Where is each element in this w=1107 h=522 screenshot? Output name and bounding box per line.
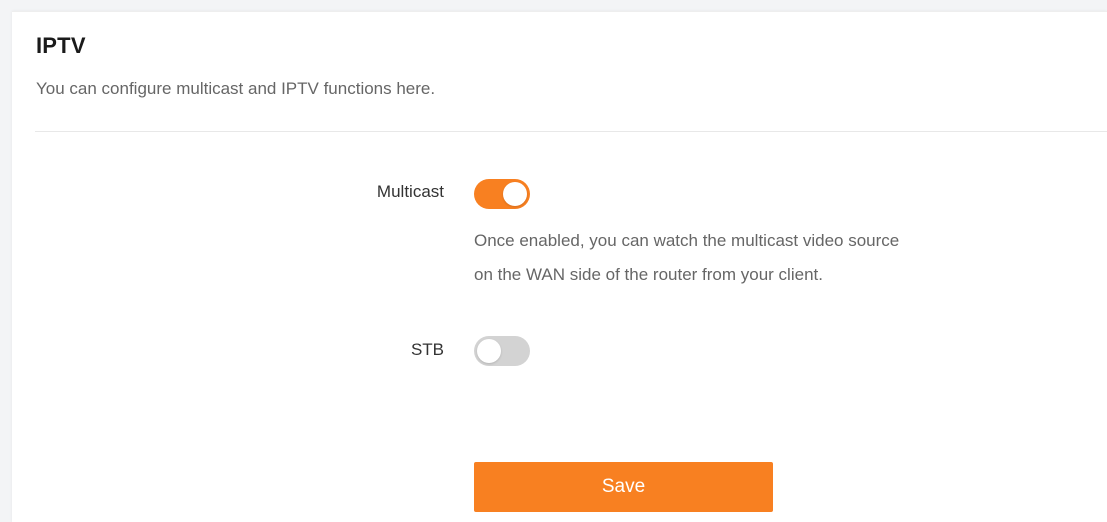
toggle-knob [477,339,501,363]
page-subtitle: You can configure multicast and IPTV fun… [36,79,436,98]
toggle-knob [503,182,527,206]
stb-toggle[interactable] [474,336,530,366]
multicast-label: Multicast [376,182,444,201]
save-button[interactable]: Save [474,462,773,512]
multicast-hint: Once enabled, you can watch the multicas… [474,224,1054,292]
multicast-hint-line-2: on the WAN side of the router from your … [474,265,823,284]
multicast-hint-line-1: Once enabled, you can watch the multicas… [474,231,900,250]
stb-label: STB [410,340,444,359]
multicast-toggle[interactable] [474,179,530,209]
section-divider [35,131,1107,132]
iptv-settings-panel: IPTV You can configure multicast and IPT… [12,11,1107,522]
page-title: IPTV [36,33,86,58]
